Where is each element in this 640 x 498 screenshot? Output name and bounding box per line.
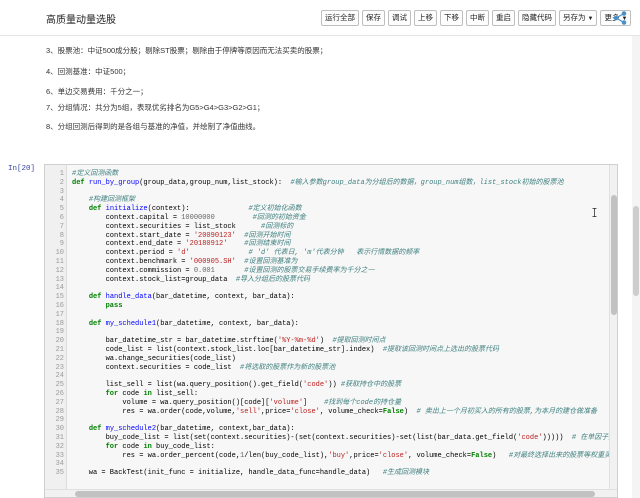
line-number: 16 bbox=[55, 301, 64, 310]
code-line: 31 buy_code_list = list(set(context.secu… bbox=[45, 434, 617, 443]
notebook-title: 高质量动量选股 bbox=[46, 15, 116, 26]
toolbar: 运行全部 保存 调试 上移 下移 中断 重启 隐藏代码 另存为 ▼ 更多 ▼ bbox=[321, 10, 632, 26]
line-number: 24 bbox=[55, 372, 64, 381]
line-number: 30 bbox=[55, 425, 64, 434]
code-line: 20 bar_datetime_str = bar_datetime.strft… bbox=[45, 337, 617, 346]
line-number: 4 bbox=[59, 196, 64, 205]
code-line: 29 bbox=[45, 416, 617, 425]
code-line: 11 context.benchmark = '000905.SH' #设置回测… bbox=[45, 258, 617, 267]
line-number: 35 bbox=[55, 469, 64, 478]
line-number: 11 bbox=[55, 257, 64, 266]
code-line: 10 context.period = 'd' # 'd' 代表日, 'm'代表… bbox=[45, 249, 617, 258]
line-number: 19 bbox=[55, 328, 64, 337]
markdown-line: 4、回测基准：中证500； bbox=[46, 67, 131, 76]
line-number: 28 bbox=[55, 407, 64, 416]
line-number: 5 bbox=[59, 205, 64, 214]
chevron-down-icon: ▼ bbox=[587, 16, 594, 22]
run-all-button[interactable]: 运行全部 bbox=[321, 10, 359, 26]
code-line: 28 res = wa.order(code,volume,'sell',pri… bbox=[45, 408, 617, 417]
line-number: 13 bbox=[55, 275, 64, 284]
code-line: 6 context.capital = 10000000 #回测的初始资金 bbox=[45, 214, 617, 223]
line-number: 21 bbox=[55, 345, 64, 354]
markdown-line: 7、分组情况：共分为5组，表现优劣排名为G5>G4>G3>G2>G1； bbox=[46, 103, 265, 112]
line-number: 8 bbox=[59, 231, 64, 240]
code-editor[interactable]: 1 #定义回测函数 2 def run_by_group(group_data,gr… bbox=[45, 170, 617, 478]
scrollbar-thumb[interactable] bbox=[611, 195, 617, 315]
line-number: 15 bbox=[55, 293, 64, 302]
code-line: 18 def my_schedule1(bar_datetime, contex… bbox=[45, 320, 617, 329]
move-down-button[interactable]: 下移 bbox=[440, 10, 463, 26]
line-number: 3 bbox=[59, 187, 64, 196]
code-line: 26 for code in list_sell: bbox=[45, 390, 617, 399]
restart-button[interactable]: 重启 bbox=[492, 10, 515, 26]
line-number: 25 bbox=[55, 381, 64, 390]
line-number: 1 bbox=[59, 170, 64, 178]
line-number: 7 bbox=[59, 222, 64, 231]
scrollbar-thumb[interactable] bbox=[633, 206, 639, 296]
line-number: 6 bbox=[59, 213, 64, 222]
code-cell[interactable]: 1 #定义回测函数 2 def run_by_group(group_data,gr… bbox=[44, 164, 618, 498]
code-line: 27 volume = wa.query_position()[code]['v… bbox=[45, 399, 617, 408]
line-number: 32 bbox=[55, 442, 64, 451]
interrupt-button[interactable]: 中断 bbox=[466, 10, 489, 26]
markdown-line: 6、单边交易费用：千分之一； bbox=[46, 87, 148, 96]
code-line: 32 for code in buy_code_list: bbox=[45, 443, 617, 452]
line-number: 20 bbox=[55, 337, 64, 346]
code-line: 13 context.stock_list=group_data #导入分组后的… bbox=[45, 276, 617, 285]
cell-prompt: In[20] bbox=[8, 165, 36, 173]
code-line: 17 bbox=[45, 311, 617, 320]
page-vertical-scrollbar[interactable] bbox=[632, 36, 640, 498]
line-number: 9 bbox=[59, 240, 64, 249]
markdown-line: 8、分组回测后得到的是各组与基准的净值，并绘制了净值曲线。 bbox=[46, 122, 261, 131]
line-number: 17 bbox=[55, 310, 64, 319]
line-number: 23 bbox=[55, 363, 64, 372]
code-line: 23 context.securities = code_list #将选取的股… bbox=[45, 364, 617, 373]
code-line: 22 wa.change_securities(code_list) bbox=[45, 355, 617, 364]
line-number: 18 bbox=[55, 319, 64, 328]
code-line: 35 wa = BackTest(init_func = initialize,… bbox=[45, 469, 617, 478]
line-number: 34 bbox=[55, 460, 64, 469]
code-line: 34 bbox=[45, 460, 617, 469]
line-number: 12 bbox=[55, 266, 64, 275]
code-line: 16 pass bbox=[45, 302, 617, 311]
code-line: 1 #定义回测函数 bbox=[45, 170, 617, 179]
notebook-header: 高质量动量选股 运行全部 保存 调试 上移 下移 中断 重启 隐藏代码 另存为 ▼… bbox=[0, 0, 640, 36]
code-line: 5 def initialize(context): #定义初始化函数 bbox=[45, 205, 617, 214]
line-number: 22 bbox=[55, 354, 64, 363]
code-line: 2 def run_by_group(group_data,group_num,l… bbox=[45, 179, 617, 188]
line-number: 27 bbox=[55, 398, 64, 407]
code-line: 25 list_sell = list(wa.query_position().… bbox=[45, 381, 617, 390]
line-number: 2 bbox=[59, 178, 64, 187]
share-icon[interactable] bbox=[612, 10, 628, 26]
code-vertical-scrollbar[interactable] bbox=[609, 165, 617, 497]
code-horizontal-scrollbar[interactable] bbox=[45, 489, 617, 497]
text-cursor-icon bbox=[592, 208, 597, 217]
code-line: 15 def handle_data(bar_datetime, context… bbox=[45, 293, 617, 302]
save-button[interactable]: 保存 bbox=[362, 10, 385, 26]
code-line: 9 context.end_date = '20180912' #回测结束时间 bbox=[45, 240, 617, 249]
save-as-label: 另存为 bbox=[563, 13, 586, 22]
line-number: 29 bbox=[55, 416, 64, 425]
code-line: 33 res = wa.order_percent(code,1/len(buy… bbox=[45, 452, 617, 461]
code-line: 12 context.commission = 0.001 #设置回测的股票交易… bbox=[45, 267, 617, 276]
save-as-button[interactable]: 另存为 ▼ bbox=[559, 10, 598, 26]
code-line: 19 bbox=[45, 328, 617, 337]
line-number: 26 bbox=[55, 389, 64, 398]
code-line: 7 context.securities = list_stock #回测标的 bbox=[45, 223, 617, 232]
code-line: 14 bbox=[45, 284, 617, 293]
line-number: 31 bbox=[55, 433, 64, 442]
scrollbar-thumb[interactable] bbox=[75, 491, 595, 497]
hide-code-button[interactable]: 隐藏代码 bbox=[518, 10, 556, 26]
markdown-line: 3、股票池：中证500成分股；剔除ST股票；剔除由于停牌等原因而无法买卖的股票； bbox=[46, 46, 328, 55]
move-up-button[interactable]: 上移 bbox=[414, 10, 437, 26]
debug-button[interactable]: 调试 bbox=[388, 10, 411, 26]
code-line: 24 bbox=[45, 372, 617, 381]
line-number: 10 bbox=[55, 249, 64, 258]
code-line: 30 def my_schedule2(bar_datetime, contex… bbox=[45, 425, 617, 434]
code-line: 4 #构建回测框架 bbox=[45, 196, 617, 205]
code-line: 21 code_list = list(context.stock_list.l… bbox=[45, 346, 617, 355]
line-number: 33 bbox=[55, 451, 64, 460]
line-number: 14 bbox=[55, 284, 64, 293]
